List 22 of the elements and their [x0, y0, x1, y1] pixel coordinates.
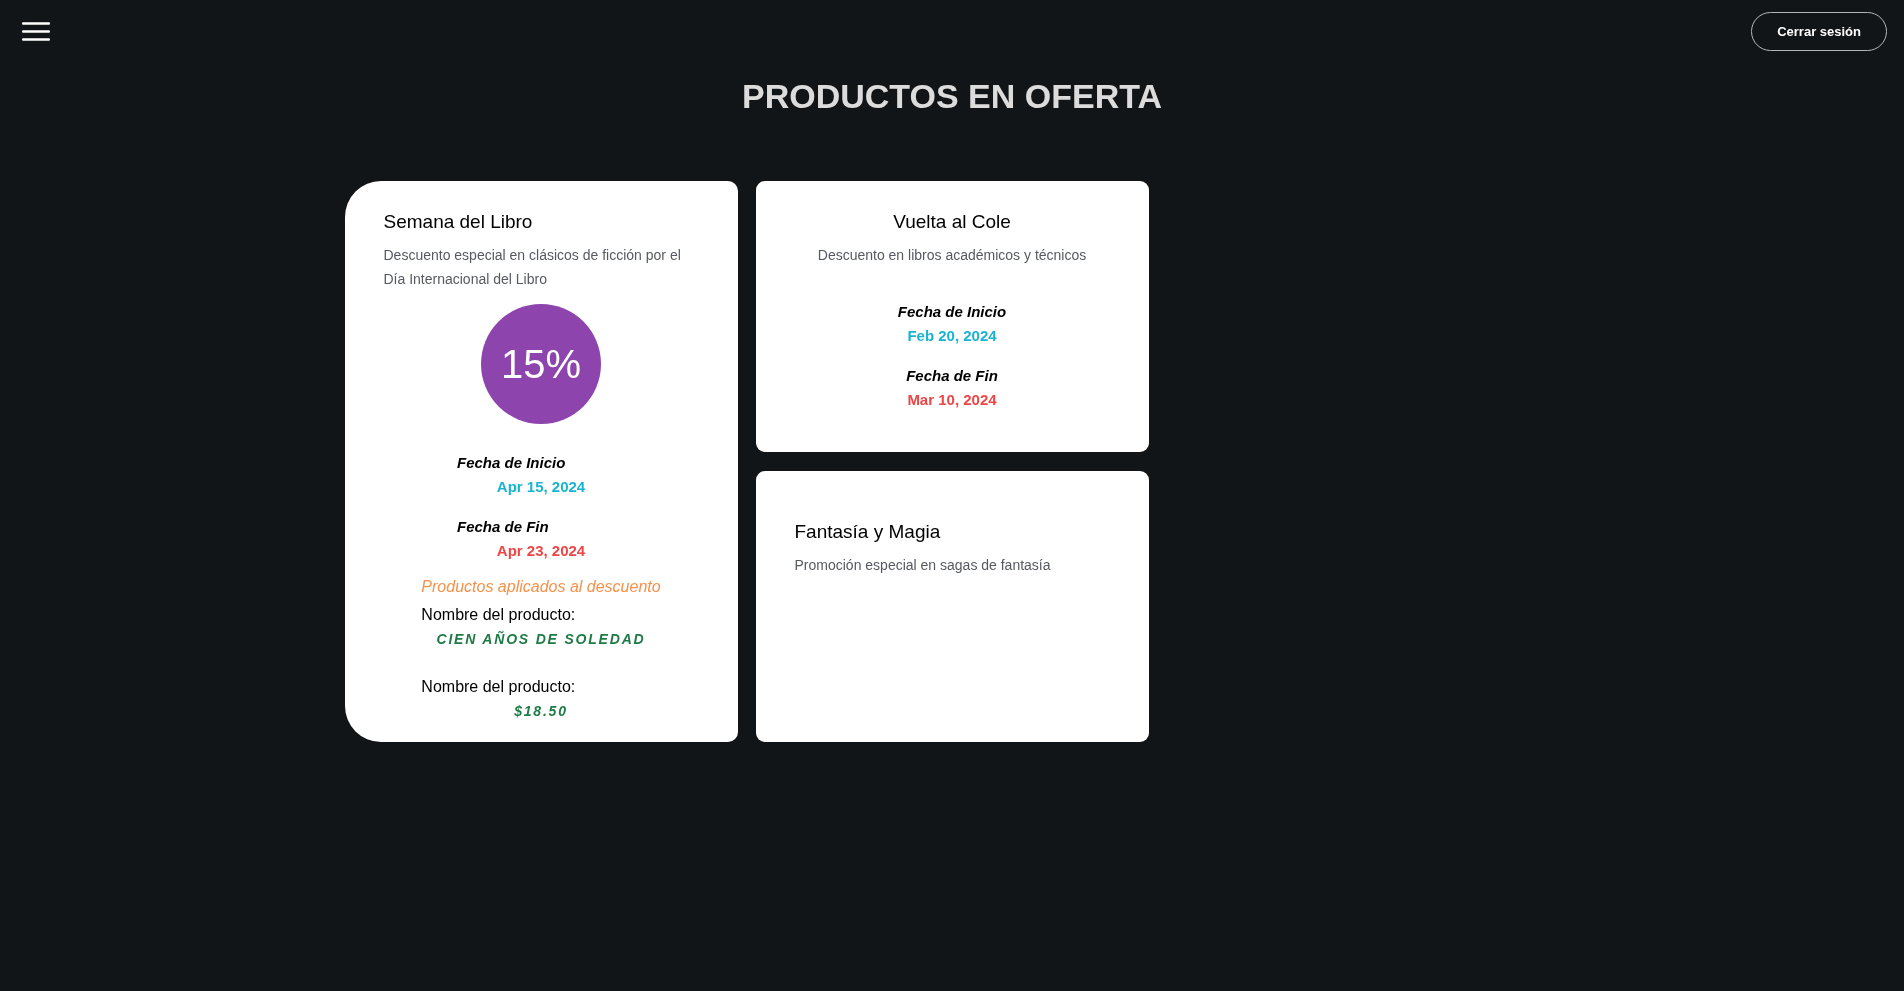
date-label: Fecha de Fin [457, 517, 550, 537]
offer-description: Descuento en libros académicos y técnicos [816, 246, 1088, 265]
date-value: Apr 15, 2024 [495, 477, 587, 497]
offer-title: Fantasía y Magia [794, 520, 942, 544]
offer-title: Vuelta al Cole [892, 210, 1012, 234]
date-label: Fecha de Fin [905, 366, 999, 386]
menu-icon[interactable] [22, 22, 50, 41]
product-value: $18.50 [513, 702, 569, 721]
product-label: Nombre del producto: [421, 605, 577, 625]
page-title: PRODUCTOS EN OFERTA [741, 76, 1163, 116]
date-value: Feb 20, 2024 [906, 326, 998, 346]
product-label: Nombre del producto: [421, 677, 577, 697]
date-label: Fecha de Inicio [457, 453, 567, 473]
offer-title: Semana del Libro [383, 210, 534, 234]
offer-description: Promoción especial en sagas de fantasía [794, 556, 1052, 575]
product-value: CIEN AÑOS DE SOLEDAD [435, 630, 647, 649]
date-value: Mar 10, 2024 [906, 390, 998, 410]
date-value: Apr 23, 2024 [495, 541, 587, 561]
offer-description: Descuento especial en clásicos de ficción por el Día Internacional del Libro [383, 246, 682, 289]
date-label: Fecha de Inicio [896, 302, 1008, 322]
products-heading: Productos aplicados al descuento [421, 577, 661, 597]
discount-badge: 15% [481, 304, 601, 424]
